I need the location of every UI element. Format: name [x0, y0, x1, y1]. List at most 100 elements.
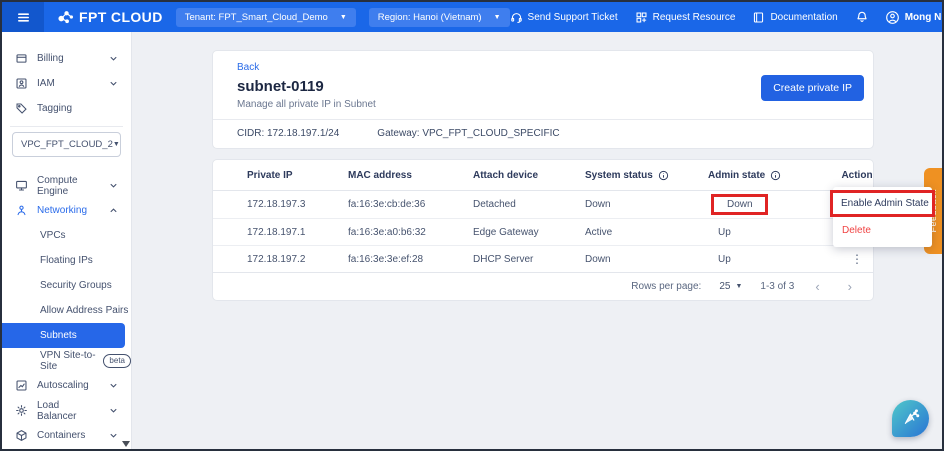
cell-private-ip: 172.18.197.1	[247, 226, 306, 238]
avatar-icon	[885, 10, 899, 24]
previous-page-button[interactable]: ‹	[812, 279, 822, 294]
sidebar-item-networking[interactable]: Networking	[2, 198, 131, 223]
network-icon	[17, 205, 26, 216]
sidebar-item-billing[interactable]: Billing	[2, 46, 131, 71]
chatbot-button[interactable]	[892, 400, 929, 437]
user-menu[interactable]: Mong Nuong ▼	[885, 10, 942, 25]
notifications-button[interactable]	[855, 10, 869, 24]
chevron-down-icon	[108, 380, 119, 391]
tenant-selector[interactable]: Tenant: FPT_Smart_Cloud_Demo ▼	[175, 7, 356, 27]
sidebar-item-containers[interactable]: Containers	[2, 423, 131, 448]
menu-item-delete[interactable]: Delete	[833, 217, 932, 244]
sidebar-item-tagging[interactable]: Tagging	[2, 96, 131, 121]
table-row: 172.18.197.3 fa:16:3e:cb:de:36 Detached …	[213, 191, 873, 218]
sidebar-item-floating-ips[interactable]: Floating IPs	[2, 248, 131, 273]
fpt-cloud-logo[interactable]: FPT CLOUD	[57, 9, 163, 26]
chevron-down-icon	[108, 430, 119, 441]
rows-per-page-select[interactable]: 25 ▼	[719, 281, 742, 292]
chevron-down-icon: ▼	[339, 13, 347, 21]
sidebar-item-label: Networking	[37, 205, 88, 216]
cell-admin-state: Down	[708, 194, 841, 215]
resource-grid-icon	[636, 12, 647, 22]
column-header-action: Action	[841, 169, 873, 181]
chevron-down-icon	[108, 53, 119, 64]
cell-system-status: Down	[585, 199, 611, 210]
headset-icon	[510, 12, 522, 23]
chevron-down-icon	[108, 405, 119, 416]
row-actions-button[interactable]: ⋮	[847, 253, 867, 265]
sidebar-item-label: Load Balancer	[37, 399, 77, 422]
subnet-header-card: Back subnet-0119 Manage all private IP i…	[212, 50, 874, 149]
sidebar-item-vpn-site-to-site[interactable]: VPN Site-to-Site beta	[2, 348, 131, 373]
chevron-up-icon	[108, 205, 119, 216]
region-selector[interactable]: Region: Hanoi (Vietnam) ▼	[368, 7, 510, 27]
logo-text: FPT CLOUD	[79, 9, 163, 25]
billing-icon	[16, 54, 27, 63]
cell-system-status: Active	[585, 226, 613, 238]
column-header-system-status: System status	[585, 170, 708, 181]
send-support-ticket-link[interactable]: Send Support Ticket	[510, 11, 618, 24]
region-label: Region: Hanoi (Vietnam)	[377, 11, 482, 23]
tenant-label: Tenant: FPT_Smart_Cloud_Demo	[184, 11, 328, 23]
column-header-admin-state: Admin state	[708, 170, 841, 181]
sidebar: Billing IAM Tagging VPC_FPT_CLOUD_2 ▼ Co…	[2, 32, 132, 449]
table-header-row: Private IP MAC address Attach device Sys…	[213, 160, 873, 191]
chevron-down-icon: ▼	[112, 141, 120, 148]
divider	[10, 126, 123, 127]
request-resource-link[interactable]: Request Resource	[635, 11, 735, 24]
cell-admin-state: Up	[718, 226, 731, 238]
menu-item-enable-admin-state[interactable]: Enable Admin State	[830, 190, 935, 217]
autoscaling-icon	[16, 380, 27, 391]
cell-attach-device: DHCP Server	[473, 253, 534, 265]
back-link[interactable]: Back	[213, 57, 259, 75]
cidr-value: CIDR: 172.18.197.1/24	[237, 128, 340, 139]
annotation-box: Down	[711, 194, 768, 215]
next-page-button[interactable]: ›	[845, 279, 855, 294]
row-actions-context-menu: Enable Admin State Delete	[830, 187, 935, 247]
chevron-down-icon	[108, 78, 119, 89]
sidebar-item-label: Compute Engine	[37, 174, 78, 197]
sidebar-item-label: Floating IPs	[40, 255, 93, 266]
vpc-select[interactable]: VPC_FPT_CLOUD_2 ▼	[12, 132, 121, 157]
sidebar-item-label: Containers	[37, 430, 86, 441]
sidebar-item-allow-address-pairs[interactable]: Allow Address Pairs	[2, 298, 131, 323]
sidebar-item-subnets[interactable]: Subnets	[2, 323, 125, 348]
cube-icon	[16, 430, 27, 441]
column-header-private-ip: Private IP	[247, 169, 293, 181]
cell-private-ip: 172.18.197.2	[247, 253, 306, 265]
documentation-link[interactable]: Documentation	[752, 11, 838, 24]
info-icon[interactable]	[770, 170, 781, 181]
main-content: Back subnet-0119 Manage all private IP i…	[132, 32, 942, 449]
cell-system-status: Down	[585, 253, 611, 265]
info-icon[interactable]	[658, 170, 669, 181]
sidebar-item-autoscaling[interactable]: Autoscaling	[2, 373, 131, 398]
sidebar-item-label: Autoscaling	[37, 380, 89, 391]
sidebar-item-load-balancer[interactable]: Load Balancer	[2, 398, 131, 423]
beta-badge: beta	[103, 353, 131, 368]
private-ip-table-card: Private IP MAC address Attach device Sys…	[212, 159, 874, 301]
sidebar-item-security-groups[interactable]: Security Groups	[2, 273, 131, 298]
column-header-mac-address: MAC address	[348, 169, 412, 181]
cell-mac-address: fa:16:3e:a0:b6:32	[348, 226, 426, 238]
sidebar-item-label: VPCs	[40, 230, 66, 241]
monitor-icon	[16, 180, 27, 191]
sidebar-scroll-arrow[interactable]	[122, 441, 130, 447]
bell-icon	[857, 11, 867, 22]
sidebar-item-compute-engine[interactable]: Compute Engine	[2, 173, 131, 198]
fpt-ai-chat-icon	[904, 409, 920, 425]
gear-icon	[16, 405, 27, 416]
create-private-ip-button[interactable]: Create private IP	[761, 75, 864, 101]
cell-mac-address: fa:16:3e:3e:ef:28	[348, 253, 424, 265]
pagination-bar: Rows per page: 25 ▼ 1-3 of 3 ‹ ›	[213, 272, 873, 300]
hamburger-icon	[17, 12, 29, 22]
pagination-range: 1-3 of 3	[760, 281, 795, 292]
sidebar-item-iam[interactable]: IAM	[2, 71, 131, 96]
hamburger-menu-button[interactable]	[2, 2, 44, 32]
tag-icon	[16, 103, 27, 114]
table-row: 172.18.197.2 fa:16:3e:3e:ef:28 DHCP Serv…	[213, 245, 873, 272]
sidebar-item-vpcs[interactable]: VPCs	[2, 223, 131, 248]
sidebar-item-label: Allow Address Pairs	[40, 305, 129, 316]
sidebar-item-label: Security Groups	[40, 280, 112, 291]
documentation-label: Documentation	[770, 11, 838, 23]
rows-per-page-label: Rows per page:	[631, 281, 702, 292]
